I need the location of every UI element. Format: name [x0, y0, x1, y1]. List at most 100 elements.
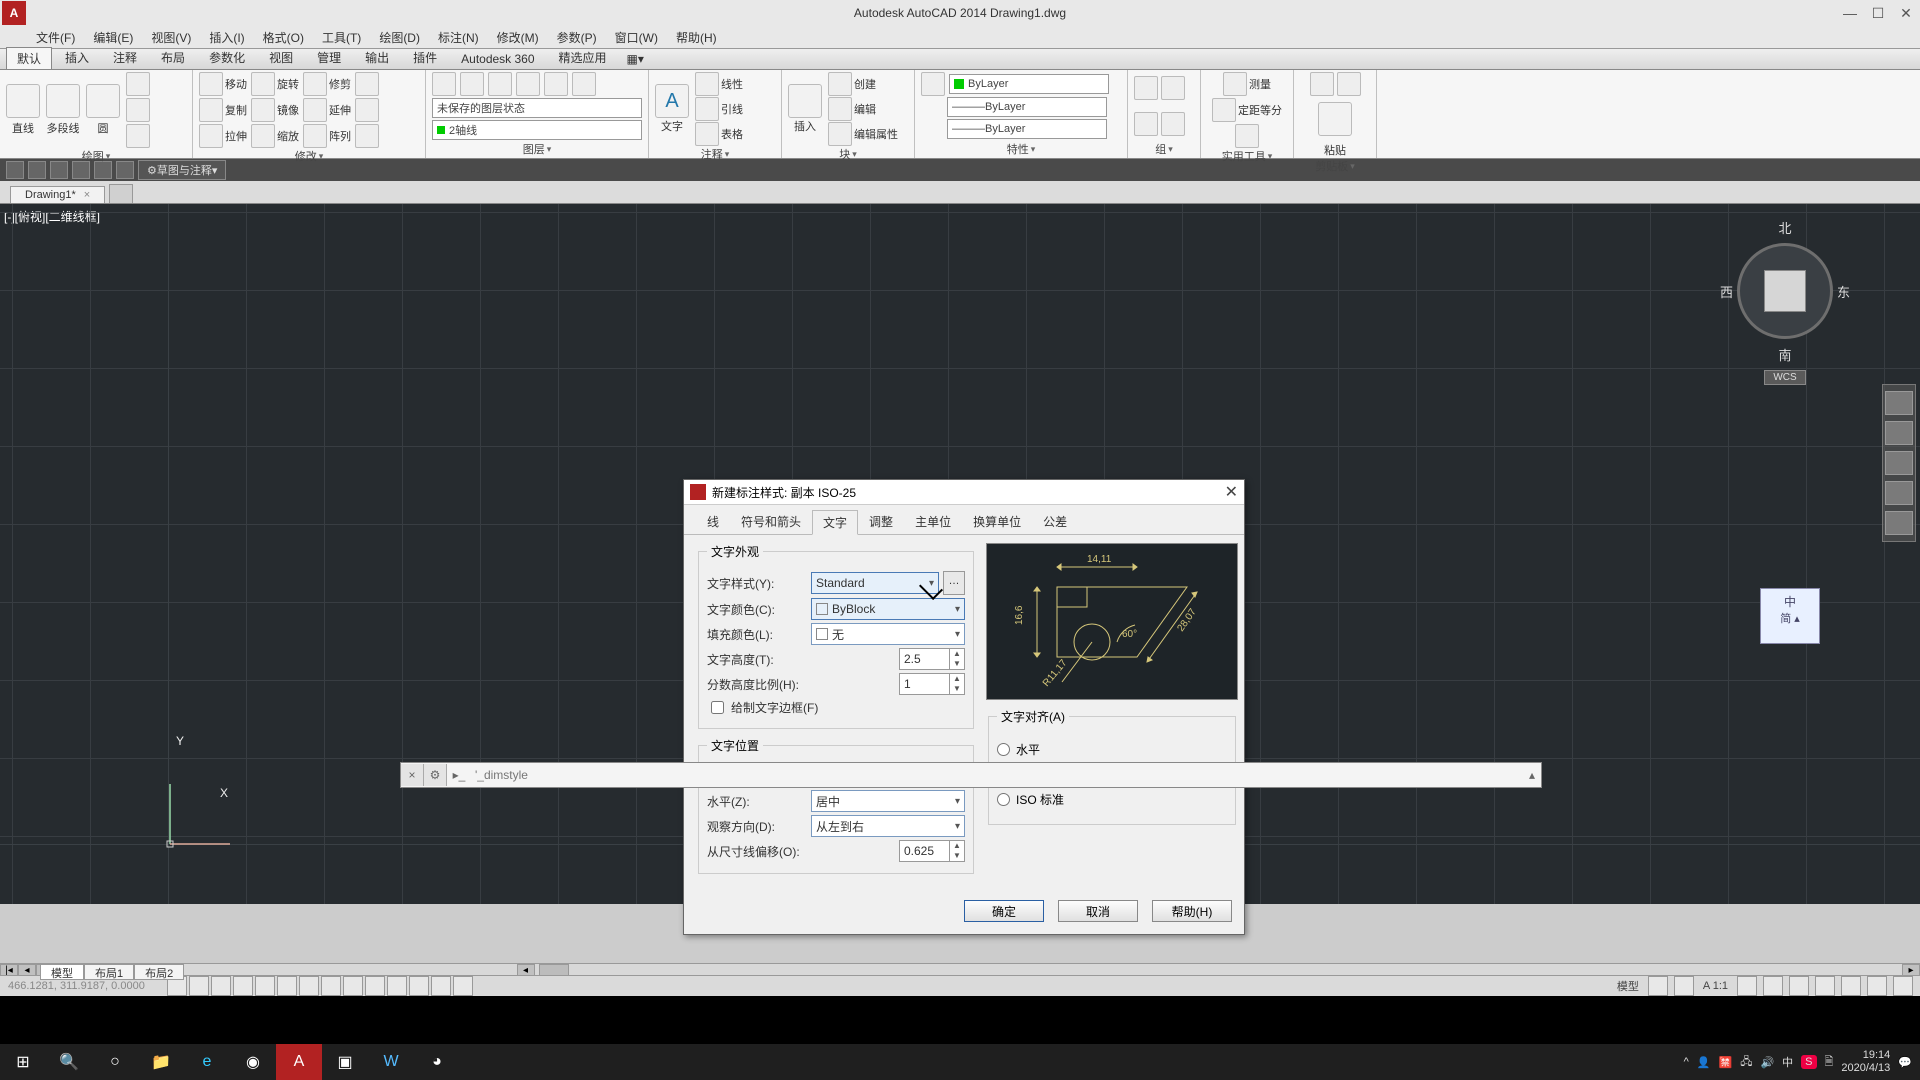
panel-prop-title[interactable]: 特性 [921, 140, 1121, 158]
text-height-input[interactable]: 2.5▲▼ [899, 648, 965, 670]
mirror-icon[interactable] [251, 98, 275, 122]
nav-orbit-icon[interactable] [1885, 481, 1913, 505]
lineweight-dropdown[interactable]: ——— ByLayer [947, 97, 1107, 117]
cancel-button[interactable]: 取消 [1058, 900, 1138, 922]
status-r7-icon[interactable] [1841, 976, 1861, 996]
copy-icon[interactable] [199, 98, 223, 122]
ribtab-parametric[interactable]: 参数化 [198, 46, 256, 69]
arc-icon[interactable] [126, 72, 150, 96]
status-ortho-icon[interactable] [211, 976, 231, 996]
status-r5-icon[interactable] [1789, 976, 1809, 996]
panel-group-title[interactable]: 组 [1134, 140, 1194, 158]
ribtab-layout[interactable]: 布局 [150, 46, 196, 69]
tray-lang-icon[interactable]: 中 [1782, 1054, 1793, 1070]
status-r6-icon[interactable] [1815, 976, 1835, 996]
maximize-button[interactable]: ☐ [1864, 0, 1892, 26]
calc-icon[interactable] [1235, 124, 1259, 148]
rotate-icon[interactable] [251, 72, 275, 96]
nav-showmotion-icon[interactable] [1885, 511, 1913, 535]
status-sc-icon[interactable] [431, 976, 451, 996]
menu-insert[interactable]: 插入(I) [203, 27, 250, 48]
status-model-button[interactable]: 模型 [1613, 978, 1643, 994]
layeriso-icon[interactable] [488, 72, 512, 96]
paste-icon[interactable] [1318, 102, 1352, 136]
layerstates-icon[interactable] [460, 72, 484, 96]
status-r9-icon[interactable] [1893, 976, 1913, 996]
task-search-icon[interactable]: 🔍 [46, 1044, 92, 1080]
nav-pan-icon[interactable] [1885, 421, 1913, 445]
wcs-dropdown[interactable]: WCS [1764, 370, 1805, 385]
menu-edit[interactable]: 编辑(E) [87, 27, 139, 48]
menu-draw[interactable]: 绘图(D) [373, 27, 426, 48]
array-icon[interactable] [355, 98, 379, 122]
menu-tools[interactable]: 工具(T) [316, 27, 367, 48]
copy-clip-icon[interactable] [1310, 72, 1334, 96]
view-cube-face[interactable] [1764, 270, 1806, 312]
tab-primary[interactable]: 主单位 [904, 509, 962, 534]
draw-frame-checkbox[interactable] [711, 701, 724, 714]
status-am-icon[interactable] [453, 976, 473, 996]
cmd-options-icon[interactable]: ⚙ [424, 764, 447, 786]
cut-icon[interactable] [1337, 72, 1361, 96]
menu-dim[interactable]: 标注(N) [432, 27, 485, 48]
tray-vol-icon[interactable]: 🔊 [1760, 1056, 1774, 1069]
layeroff-icon[interactable] [572, 72, 596, 96]
align-horizontal-radio[interactable] [997, 743, 1010, 756]
dialog-close-button[interactable]: ✕ [1225, 482, 1238, 502]
status-r2-icon[interactable] [1674, 976, 1694, 996]
status-ducs-icon[interactable] [321, 976, 341, 996]
tray-ime-icon[interactable]: 🈲 [1718, 1056, 1732, 1069]
cmd-expand-icon[interactable]: ▴ [1523, 768, 1541, 782]
tab-lines[interactable]: 线 [696, 509, 730, 534]
status-r8-icon[interactable] [1867, 976, 1887, 996]
ribtab-a360[interactable]: Autodesk 360 [450, 49, 545, 69]
fill-color-dropdown[interactable]: 无▾ [811, 623, 965, 645]
view-cube[interactable]: 北 西 东 南 WCS [1720, 218, 1850, 385]
ungroup-icon[interactable] [1161, 76, 1185, 100]
ribtab-extra-icon[interactable]: ▦▾ [620, 49, 651, 69]
ribtab-annotate[interactable]: 注释 [102, 46, 148, 69]
ok-button[interactable]: 确定 [964, 900, 1044, 922]
move-icon[interactable] [199, 72, 223, 96]
hatch-icon[interactable] [126, 124, 150, 148]
status-polar-icon[interactable] [233, 976, 253, 996]
tray-people-icon[interactable]: 👤 [1697, 1056, 1711, 1069]
status-r4-icon[interactable] [1763, 976, 1783, 996]
block-edit-icon[interactable] [828, 97, 852, 121]
tray-net-icon[interactable]: 🖧 [1740, 1053, 1752, 1072]
offset-input[interactable]: 0.625▲▼ [899, 840, 965, 862]
text-color-dropdown[interactable]: ByBlock▾ [811, 598, 965, 620]
leader-icon[interactable] [695, 97, 719, 121]
measure-icon[interactable] [1223, 72, 1247, 96]
table-icon[interactable] [695, 122, 719, 146]
tray-s-icon[interactable]: S [1801, 1055, 1816, 1069]
task-explorer-icon[interactable]: 📁 [138, 1044, 184, 1080]
fillet-icon[interactable] [355, 72, 379, 96]
align-iso-radio[interactable] [997, 793, 1010, 806]
divide-icon[interactable] [1212, 98, 1236, 122]
task-chrome-icon[interactable]: ◉ [230, 1044, 276, 1080]
file-tab-drawing1[interactable]: Drawing1*× [10, 186, 105, 203]
polyline-icon[interactable] [46, 84, 80, 118]
command-line[interactable]: × ⚙ ▸_ '_dimstyle ▴ [400, 762, 1542, 788]
fraction-scale-input[interactable]: 1▲▼ [899, 673, 965, 695]
nav-wheel-icon[interactable] [1885, 391, 1913, 415]
close-tab-icon[interactable]: × [84, 189, 90, 201]
help-button[interactable]: 帮助(H) [1152, 900, 1232, 922]
extend-icon[interactable] [303, 98, 327, 122]
layerprop-icon[interactable] [432, 72, 456, 96]
rect-icon[interactable] [126, 98, 150, 122]
layerlock-icon[interactable] [544, 72, 568, 96]
status-osnap-icon[interactable] [255, 976, 275, 996]
tray-clock[interactable]: 19:14 2020/4/13 [1841, 1049, 1890, 1075]
block-attr-icon[interactable] [828, 122, 852, 146]
status-tpy-icon[interactable] [387, 976, 407, 996]
tab-tol[interactable]: 公差 [1032, 509, 1078, 534]
color-dropdown[interactable]: ByLayer [949, 74, 1109, 94]
trim-icon[interactable] [303, 72, 327, 96]
tray-more-icon[interactable]: 🗎 [1825, 1053, 1834, 1072]
panel-annot-title[interactable]: 注释 [655, 146, 775, 162]
dim-linear-icon[interactable] [695, 72, 719, 96]
tab-fit[interactable]: 调整 [858, 509, 904, 534]
menu-view[interactable]: 视图(V) [145, 27, 197, 48]
